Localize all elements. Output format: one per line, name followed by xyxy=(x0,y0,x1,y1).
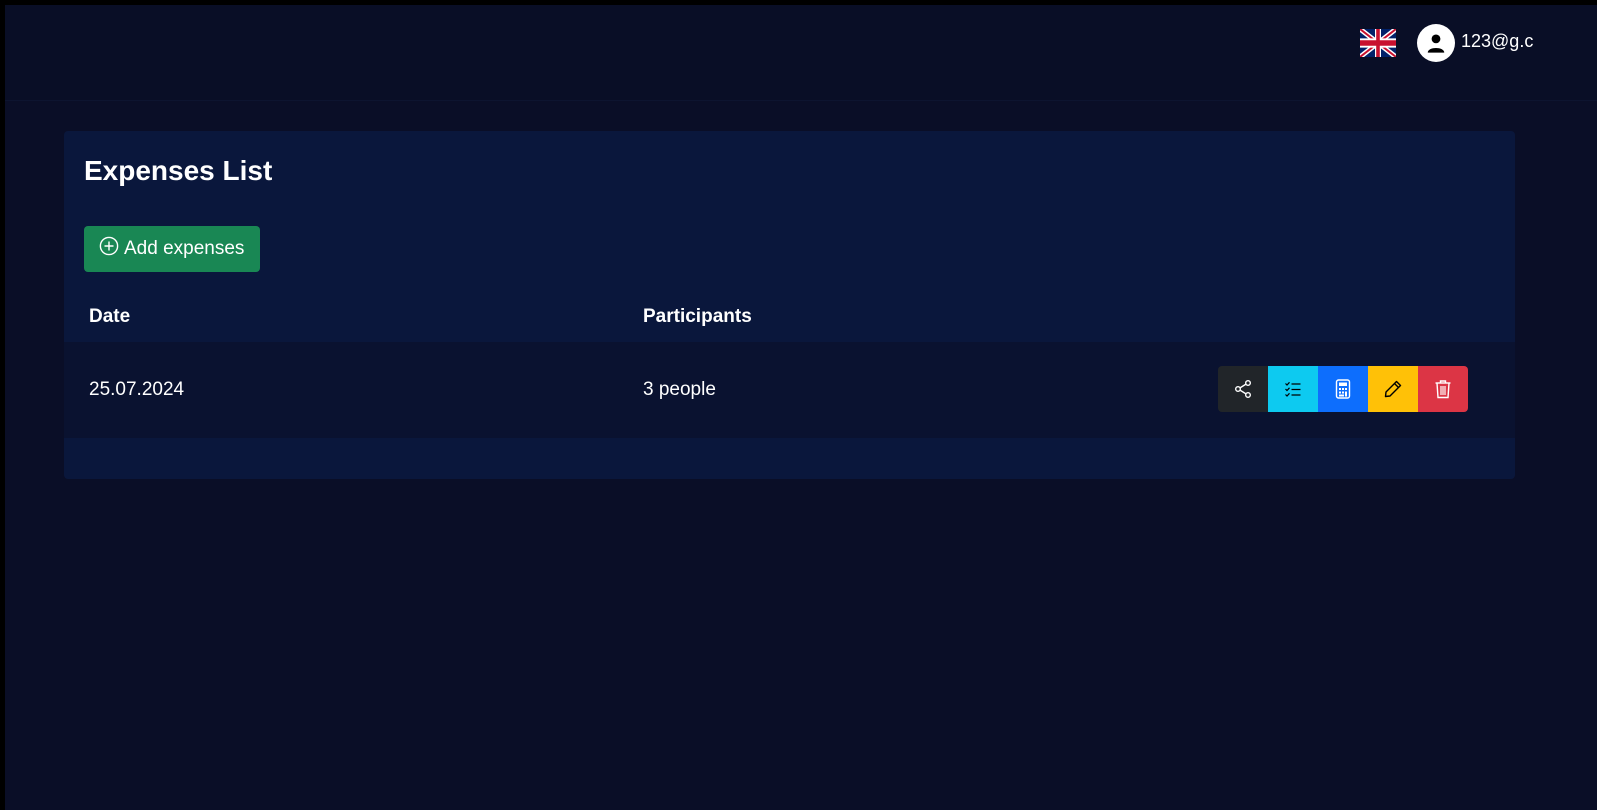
expense-participants: 3 people xyxy=(643,379,716,400)
calculate-button[interactable] xyxy=(1318,366,1368,412)
column-header-participants: Participants xyxy=(643,306,752,327)
calculator-icon xyxy=(1335,379,1351,399)
user-menu[interactable]: 123@g.c xyxy=(1417,24,1533,62)
checklist-icon xyxy=(1285,381,1301,397)
user-email: 123@g.c xyxy=(1461,30,1534,51)
column-header-date: Date xyxy=(89,306,131,327)
add-expenses-label: Add expenses xyxy=(124,238,245,259)
view-list-button[interactable] xyxy=(1268,366,1318,412)
expense-date: 25.07.2024 xyxy=(89,379,185,400)
plus-circle-icon xyxy=(99,236,119,262)
share-icon xyxy=(1235,380,1251,398)
top-navbar: 123@g.c xyxy=(5,5,1597,101)
row-actions xyxy=(1218,366,1468,412)
page-title: Expenses List xyxy=(84,155,273,186)
share-button[interactable] xyxy=(1218,366,1268,412)
table-header: Date Participants xyxy=(64,296,1515,342)
expenses-card: Expenses List Add expenses Date Particip… xyxy=(64,131,1515,479)
edit-button[interactable] xyxy=(1368,366,1418,412)
trash-icon xyxy=(1435,380,1451,399)
app-window: 123@g.c Expenses List Add expenses Date … xyxy=(5,5,1597,810)
add-expenses-button[interactable]: Add expenses xyxy=(84,226,261,272)
table-row: 25.07.2024 3 people xyxy=(64,342,1515,438)
pencil-icon xyxy=(1384,380,1402,398)
uk-flag-icon[interactable] xyxy=(1359,26,1397,60)
user-icon xyxy=(1417,24,1455,62)
delete-button[interactable] xyxy=(1418,366,1468,412)
